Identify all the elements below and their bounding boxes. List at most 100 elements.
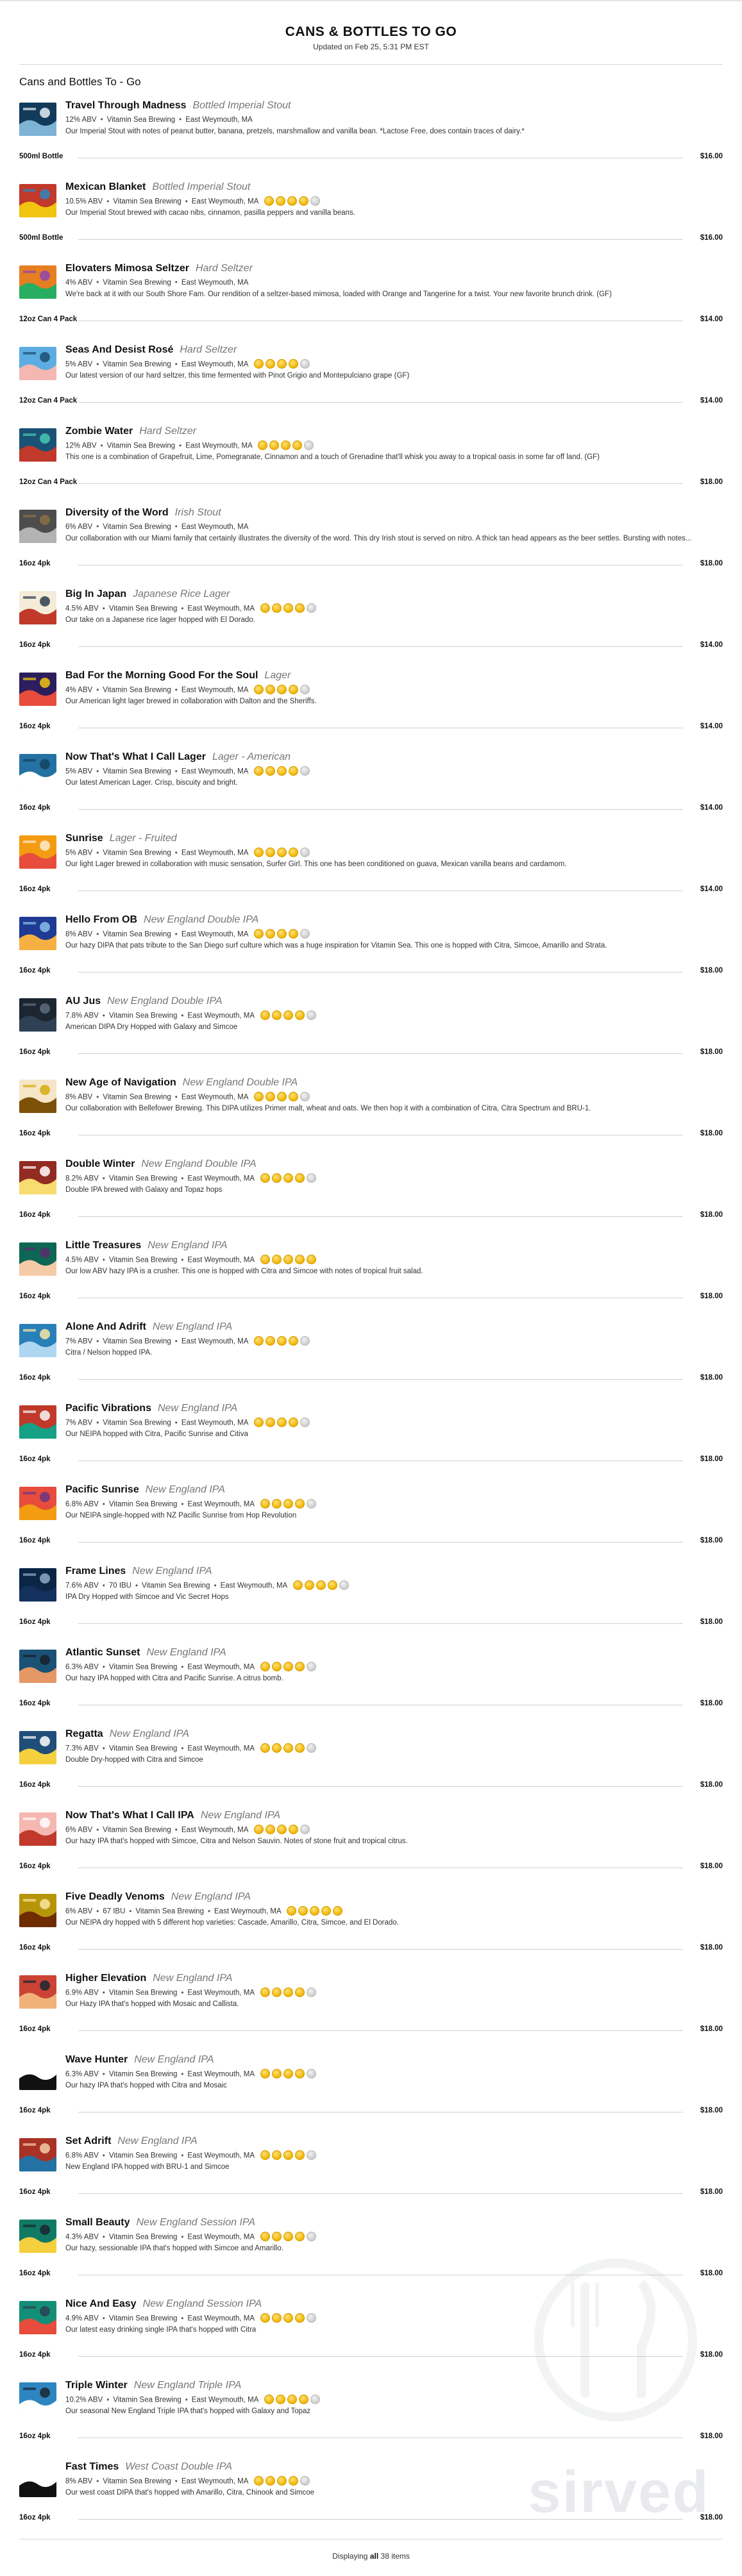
rating-dot-icon bbox=[265, 848, 275, 858]
menu-item: Big In Japan Japanese Rice Lager 4.5% ABV… bbox=[19, 586, 723, 667]
price: $18.00 bbox=[700, 2188, 723, 2196]
menu-item: Diversity of the Word Irish Stout 6% ABV •… bbox=[19, 505, 723, 586]
price: $14.00 bbox=[700, 315, 723, 323]
brewery: Vitamin Sea Brewing bbox=[108, 2070, 178, 2078]
price-leader-line bbox=[78, 2193, 683, 2194]
rating-dot-icon bbox=[316, 1580, 326, 1591]
rating-dot-icon bbox=[260, 1662, 270, 1672]
location: East Weymouth, MA bbox=[181, 930, 248, 939]
abv: 7.3% ABV bbox=[65, 1744, 99, 1753]
beer-description: Our hazy IPA hopped with Citra and Pacif… bbox=[65, 1675, 283, 1682]
rating-dot-icon bbox=[276, 766, 287, 776]
rating-dot-icon bbox=[265, 1418, 275, 1428]
location: East Weymouth, MA bbox=[187, 1256, 255, 1264]
beer-name: Wave Hunter bbox=[65, 2054, 128, 2065]
brewery: Vitamin Sea Brewing bbox=[108, 1500, 178, 1509]
rating-dot-icon bbox=[298, 196, 308, 206]
beer-description: Our latest American Lager. Crisp, biscui… bbox=[65, 779, 238, 787]
beer-name: Big In Japan bbox=[65, 589, 127, 599]
menu-item: Travel Through Madness Bottled Imperial S… bbox=[19, 97, 723, 179]
page-title: CANS & BOTTLES TO GO bbox=[285, 24, 457, 39]
beer-label-image bbox=[19, 2382, 56, 2416]
abv: 8.2% ABV bbox=[65, 1175, 99, 1183]
beer-description: Our Imperial Stout with notes of peanut … bbox=[65, 128, 525, 135]
abv: 10.5% ABV bbox=[65, 197, 103, 206]
beer-style: New England IPA bbox=[171, 1891, 251, 1902]
location: East Weymouth, MA bbox=[181, 849, 248, 857]
beer-meta: 8% ABV • Vitamin Sea Brewing • East Weymouth… bbox=[65, 1092, 723, 1103]
rating bbox=[260, 1987, 318, 1998]
location: East Weymouth, MA bbox=[187, 1500, 255, 1509]
rating-dot-icon bbox=[269, 440, 280, 451]
rating bbox=[253, 2476, 312, 2487]
rating-dot-icon bbox=[283, 2232, 293, 2242]
package-size: 16oz 4pk bbox=[19, 1374, 51, 1382]
beer-name: Pacific Vibrations bbox=[65, 1403, 151, 1414]
beer-description: Our Imperial Stout brewed with cacao nib… bbox=[65, 209, 355, 217]
beer-style: New England Session IPA bbox=[142, 2298, 262, 2309]
rating-dot-icon bbox=[306, 1255, 316, 1265]
price: $18.00 bbox=[700, 1211, 723, 1219]
location: East Weymouth, MA bbox=[187, 605, 255, 613]
abv: 8% ABV bbox=[65, 930, 93, 939]
brewery: Vitamin Sea Brewing bbox=[108, 1256, 178, 1264]
package-size: 16oz 4pk bbox=[19, 1700, 51, 1707]
menu-item: Pacific Sunrise New England IPA 6.8% ABV •… bbox=[19, 1482, 723, 1563]
beer-style: New England IPA bbox=[117, 2136, 198, 2146]
package-size: 16oz 4pk bbox=[19, 1862, 51, 1870]
sirved-watermark-icon bbox=[534, 2259, 697, 2421]
footer-prefix: Displaying bbox=[332, 2552, 368, 2561]
rating-dot-icon bbox=[310, 196, 320, 206]
package-size: 12oz Can 4 Pack bbox=[19, 315, 78, 323]
brewery: Vitamin Sea Brewing bbox=[113, 2396, 181, 2404]
beer-name: New Age of Navigation bbox=[65, 1077, 176, 1088]
rating-dot-icon bbox=[294, 2069, 305, 2079]
package-size: 16oz 4pk bbox=[19, 560, 51, 567]
rating-dot-icon bbox=[253, 1825, 264, 1835]
package-size: 12oz Can 4 Pack bbox=[19, 478, 78, 486]
rating-dot-icon bbox=[294, 1743, 305, 1753]
beer-label-image bbox=[19, 1405, 56, 1439]
beer-description: American DIPA Dry Hopped with Galaxy and… bbox=[65, 1023, 238, 1031]
price-leader-line bbox=[78, 1053, 683, 1054]
package-size: 16oz 4pk bbox=[19, 2432, 51, 2440]
rating-dot-icon bbox=[304, 1580, 314, 1591]
beer-description: Our hazy IPA that's hopped with Citra an… bbox=[65, 2082, 227, 2089]
package-size: 16oz 4pk bbox=[19, 2107, 51, 2114]
rating-dot-icon bbox=[271, 2069, 282, 2079]
menu-item: Mexican Blanket Bottled Imperial Stout 10… bbox=[19, 179, 723, 260]
rating-dot-icon bbox=[258, 440, 268, 451]
price: $18.00 bbox=[700, 1537, 723, 1544]
price: $14.00 bbox=[700, 723, 723, 730]
section-title: Cans and Bottles To - Go bbox=[19, 76, 141, 88]
location: East Weymouth, MA bbox=[187, 1744, 255, 1753]
rating-dot-icon bbox=[260, 2069, 270, 2079]
menu-item: Now That's What I Call Lager Lager - Amer… bbox=[19, 749, 723, 830]
rating-dot-icon bbox=[271, 1662, 282, 1672]
beer-label-image bbox=[19, 673, 56, 706]
rating-dot-icon bbox=[292, 1580, 303, 1591]
beer-description: Our hazy IPA that's hopped with Simcoe, … bbox=[65, 1837, 408, 1845]
rating-dot-icon bbox=[260, 1743, 270, 1753]
location: East Weymouth, MA bbox=[214, 1907, 281, 1916]
beer-style: New England IPA bbox=[134, 2054, 214, 2065]
rating-dot-icon bbox=[283, 1010, 293, 1021]
price: $14.00 bbox=[700, 641, 723, 649]
beer-style: New England IPA bbox=[153, 1973, 233, 1984]
menu-item: Zombie Water Hard Seltzer 12% ABV • Vitamin… bbox=[19, 423, 723, 505]
price-leader-line bbox=[78, 402, 683, 403]
menu-item: Wave Hunter New England IPA 6.3% ABV • Vita… bbox=[19, 2052, 723, 2133]
rating-dot-icon bbox=[260, 603, 270, 614]
package-size: 16oz 4pk bbox=[19, 1130, 51, 1137]
package-size: 16oz 4pk bbox=[19, 723, 51, 730]
beer-label-image bbox=[19, 917, 56, 950]
menu-item: Pacific Vibrations New England IPA 7% ABV… bbox=[19, 1400, 723, 1482]
package-size: 16oz 4pk bbox=[19, 2270, 51, 2277]
rating-dot-icon bbox=[294, 1255, 305, 1265]
price-leader-line bbox=[78, 1542, 683, 1543]
rating-dot-icon bbox=[299, 766, 310, 776]
location: East Weymouth, MA bbox=[191, 2396, 258, 2404]
price-leader-line bbox=[78, 809, 683, 810]
rating-dot-icon bbox=[306, 603, 316, 614]
price: $18.00 bbox=[700, 1781, 723, 1789]
